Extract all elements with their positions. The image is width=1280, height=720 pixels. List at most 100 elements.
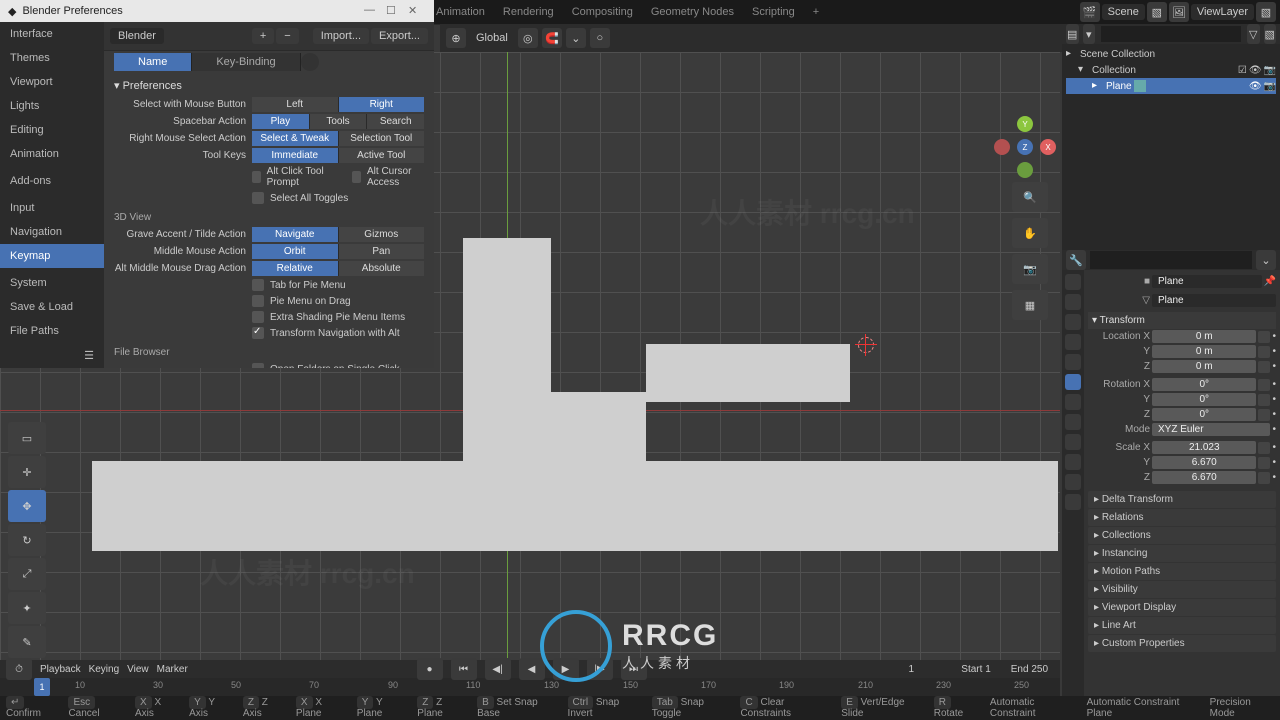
lock-icon[interactable] [1258, 379, 1270, 391]
propedit-icon[interactable]: ○ [590, 28, 610, 48]
pref-tab-interface[interactable]: Interface [0, 22, 104, 46]
maximize-icon[interactable]: ☐ [386, 4, 404, 18]
lock-icon[interactable] [1258, 331, 1270, 343]
panel-viewport-display[interactable]: ▸ Viewport Display [1088, 599, 1276, 616]
tl-view-menu[interactable]: View [127, 664, 149, 675]
gizmo-negy-icon[interactable] [1017, 162, 1033, 178]
pin-icon[interactable]: 📌 [1264, 276, 1276, 287]
scale-z[interactable]: 6.670 [1152, 471, 1256, 484]
tool-move-icon[interactable]: ✥ [8, 490, 46, 522]
rmb-action-toggle[interactable]: Select & Tweak Selection Tool [252, 131, 424, 146]
keymap-import-button[interactable]: Import... [313, 28, 369, 44]
location-z[interactable]: 0 m [1152, 360, 1256, 373]
rotation-x[interactable]: 0° [1152, 378, 1256, 391]
pref-tab-system[interactable]: System [0, 271, 104, 295]
panel-delta-transform[interactable]: ▸ Delta Transform [1088, 491, 1276, 508]
scene-select[interactable]: Scene [1102, 4, 1145, 20]
pie-drag-check[interactable] [252, 295, 264, 307]
transform-alt-check[interactable] [252, 327, 264, 339]
keymap-add-button[interactable]: + [252, 28, 274, 44]
jump-start-icon[interactable]: ⏮ [451, 658, 477, 680]
lock-icon[interactable] [1258, 394, 1270, 406]
alt-mmb-action-toggle[interactable]: Relative Absolute [252, 261, 424, 276]
tool-transform-icon[interactable]: ✦ [8, 592, 46, 624]
outliner-display-icon[interactable]: ▤ [1066, 24, 1079, 44]
ws-rendering[interactable]: Rendering [497, 4, 560, 20]
tab-data-icon[interactable] [1065, 474, 1081, 490]
jump-next-key-icon[interactable]: |▶ [587, 658, 613, 680]
ws-compositing[interactable]: Compositing [566, 4, 639, 20]
tab-particles-icon[interactable] [1065, 414, 1081, 430]
new-scene-icon[interactable]: ▧ [1147, 2, 1167, 22]
spacebar-action-toggle[interactable]: Play Tools Search [252, 114, 424, 129]
end-frame[interactable]: End 250 [1005, 662, 1054, 677]
object-name-field[interactable]: Plane [1152, 275, 1262, 288]
pref-tab-animation[interactable]: Animation [0, 142, 104, 166]
transform-panel-header[interactable]: ▾ Transform [1088, 312, 1276, 329]
tool-select-box-icon[interactable]: ▭ [8, 422, 46, 454]
jump-end-icon[interactable]: ⏭ [621, 658, 647, 680]
pref-tab-addons[interactable]: Add-ons [0, 169, 104, 193]
frame-indicator[interactable]: 1 [34, 678, 50, 696]
pivot-icon[interactable]: ◎ [518, 28, 538, 48]
disable-icon[interactable]: 📷 [1264, 65, 1276, 76]
tree-scene-collection[interactable]: ▸ Scene Collection [1066, 46, 1276, 62]
rotation-z[interactable]: 0° [1152, 408, 1256, 421]
pref-tab-navigation[interactable]: Navigation [0, 220, 104, 244]
pref-tab-filepaths[interactable]: File Paths [0, 319, 104, 343]
keymap-search-icon[interactable] [301, 53, 319, 71]
panel-visibility[interactable]: ▸ Visibility [1088, 581, 1276, 598]
keymap-remove-button[interactable]: − [276, 28, 298, 44]
panel-relations[interactable]: ▸ Relations [1088, 509, 1276, 526]
tool-scale-icon[interactable]: ⤢ [8, 558, 46, 590]
play-rev-icon[interactable]: ◀ [519, 658, 545, 680]
grave-action-toggle[interactable]: Navigate Gizmos [252, 227, 424, 242]
jump-prev-key-icon[interactable]: ◀| [485, 658, 511, 680]
pan-icon[interactable]: ✋ [1012, 218, 1048, 248]
location-y[interactable]: 0 m [1152, 345, 1256, 358]
location-x[interactable]: 0 m [1152, 330, 1256, 343]
open-folders-check[interactable] [252, 363, 264, 368]
lock-icon[interactable] [1258, 472, 1270, 484]
tool-rotate-icon[interactable]: ↻ [8, 524, 46, 556]
lock-icon[interactable] [1258, 409, 1270, 421]
props-options-icon[interactable]: ⌄ [1256, 250, 1276, 270]
zoom-icon[interactable]: 🔍 [1012, 182, 1048, 212]
tree-collection[interactable]: ▾ Collection ☑ 👁 📷 [1066, 62, 1276, 78]
keymap-preset-select[interactable]: Blender [110, 28, 164, 44]
tab-world-icon[interactable] [1065, 354, 1081, 370]
tab-constraints-icon[interactable] [1065, 454, 1081, 470]
hide-icon[interactable]: 👁 [1249, 65, 1262, 76]
extra-shading-check[interactable] [252, 311, 264, 323]
orientation-select[interactable]: Global [470, 30, 514, 46]
play-icon[interactable]: ▶ [553, 658, 579, 680]
pref-tab-saveload[interactable]: Save & Load [0, 295, 104, 319]
gizmo-z-icon[interactable]: Z [1017, 139, 1033, 155]
new-collection-icon[interactable]: ▧ [1264, 24, 1277, 44]
gizmo-y-icon[interactable]: Y [1017, 116, 1033, 132]
tl-keying-menu[interactable]: Keying [89, 664, 120, 675]
alt-cursor-check[interactable] [352, 171, 361, 183]
lock-icon[interactable] [1258, 457, 1270, 469]
pref-tab-lights[interactable]: Lights [0, 94, 104, 118]
tab-viewlayer-icon[interactable] [1065, 314, 1081, 330]
tab-pie-check[interactable] [252, 279, 264, 291]
tool-annotate-icon[interactable]: ✎ [8, 626, 46, 658]
orientation-icon[interactable]: ⊕ [446, 28, 466, 48]
timeline-ruler[interactable]: 1 1030507090110130150170190210230250 [0, 678, 1060, 696]
pref-tab-themes[interactable]: Themes [0, 46, 104, 70]
panel-motion-paths[interactable]: ▸ Motion Paths [1088, 563, 1276, 580]
panel-instancing[interactable]: ▸ Instancing [1088, 545, 1276, 562]
keymap-filter-keybinding[interactable]: Key-Binding [192, 53, 300, 71]
timeline-editor-icon[interactable]: ⏱ [6, 658, 32, 680]
outliner-search[interactable] [1101, 26, 1241, 42]
camera-view-icon[interactable]: 📷 [1012, 254, 1048, 284]
current-frame[interactable]: 1 [875, 662, 947, 677]
toolkeys-toggle[interactable]: Immediate Active Tool [252, 148, 424, 163]
pref-tab-keymap[interactable]: Keymap [0, 244, 104, 268]
minimize-icon[interactable]: — [364, 4, 382, 18]
scale-y[interactable]: 6.670 [1152, 456, 1256, 469]
alt-click-check[interactable] [252, 171, 261, 183]
props-search[interactable] [1090, 251, 1252, 269]
select-mouse-toggle[interactable]: Left Right [252, 97, 424, 112]
